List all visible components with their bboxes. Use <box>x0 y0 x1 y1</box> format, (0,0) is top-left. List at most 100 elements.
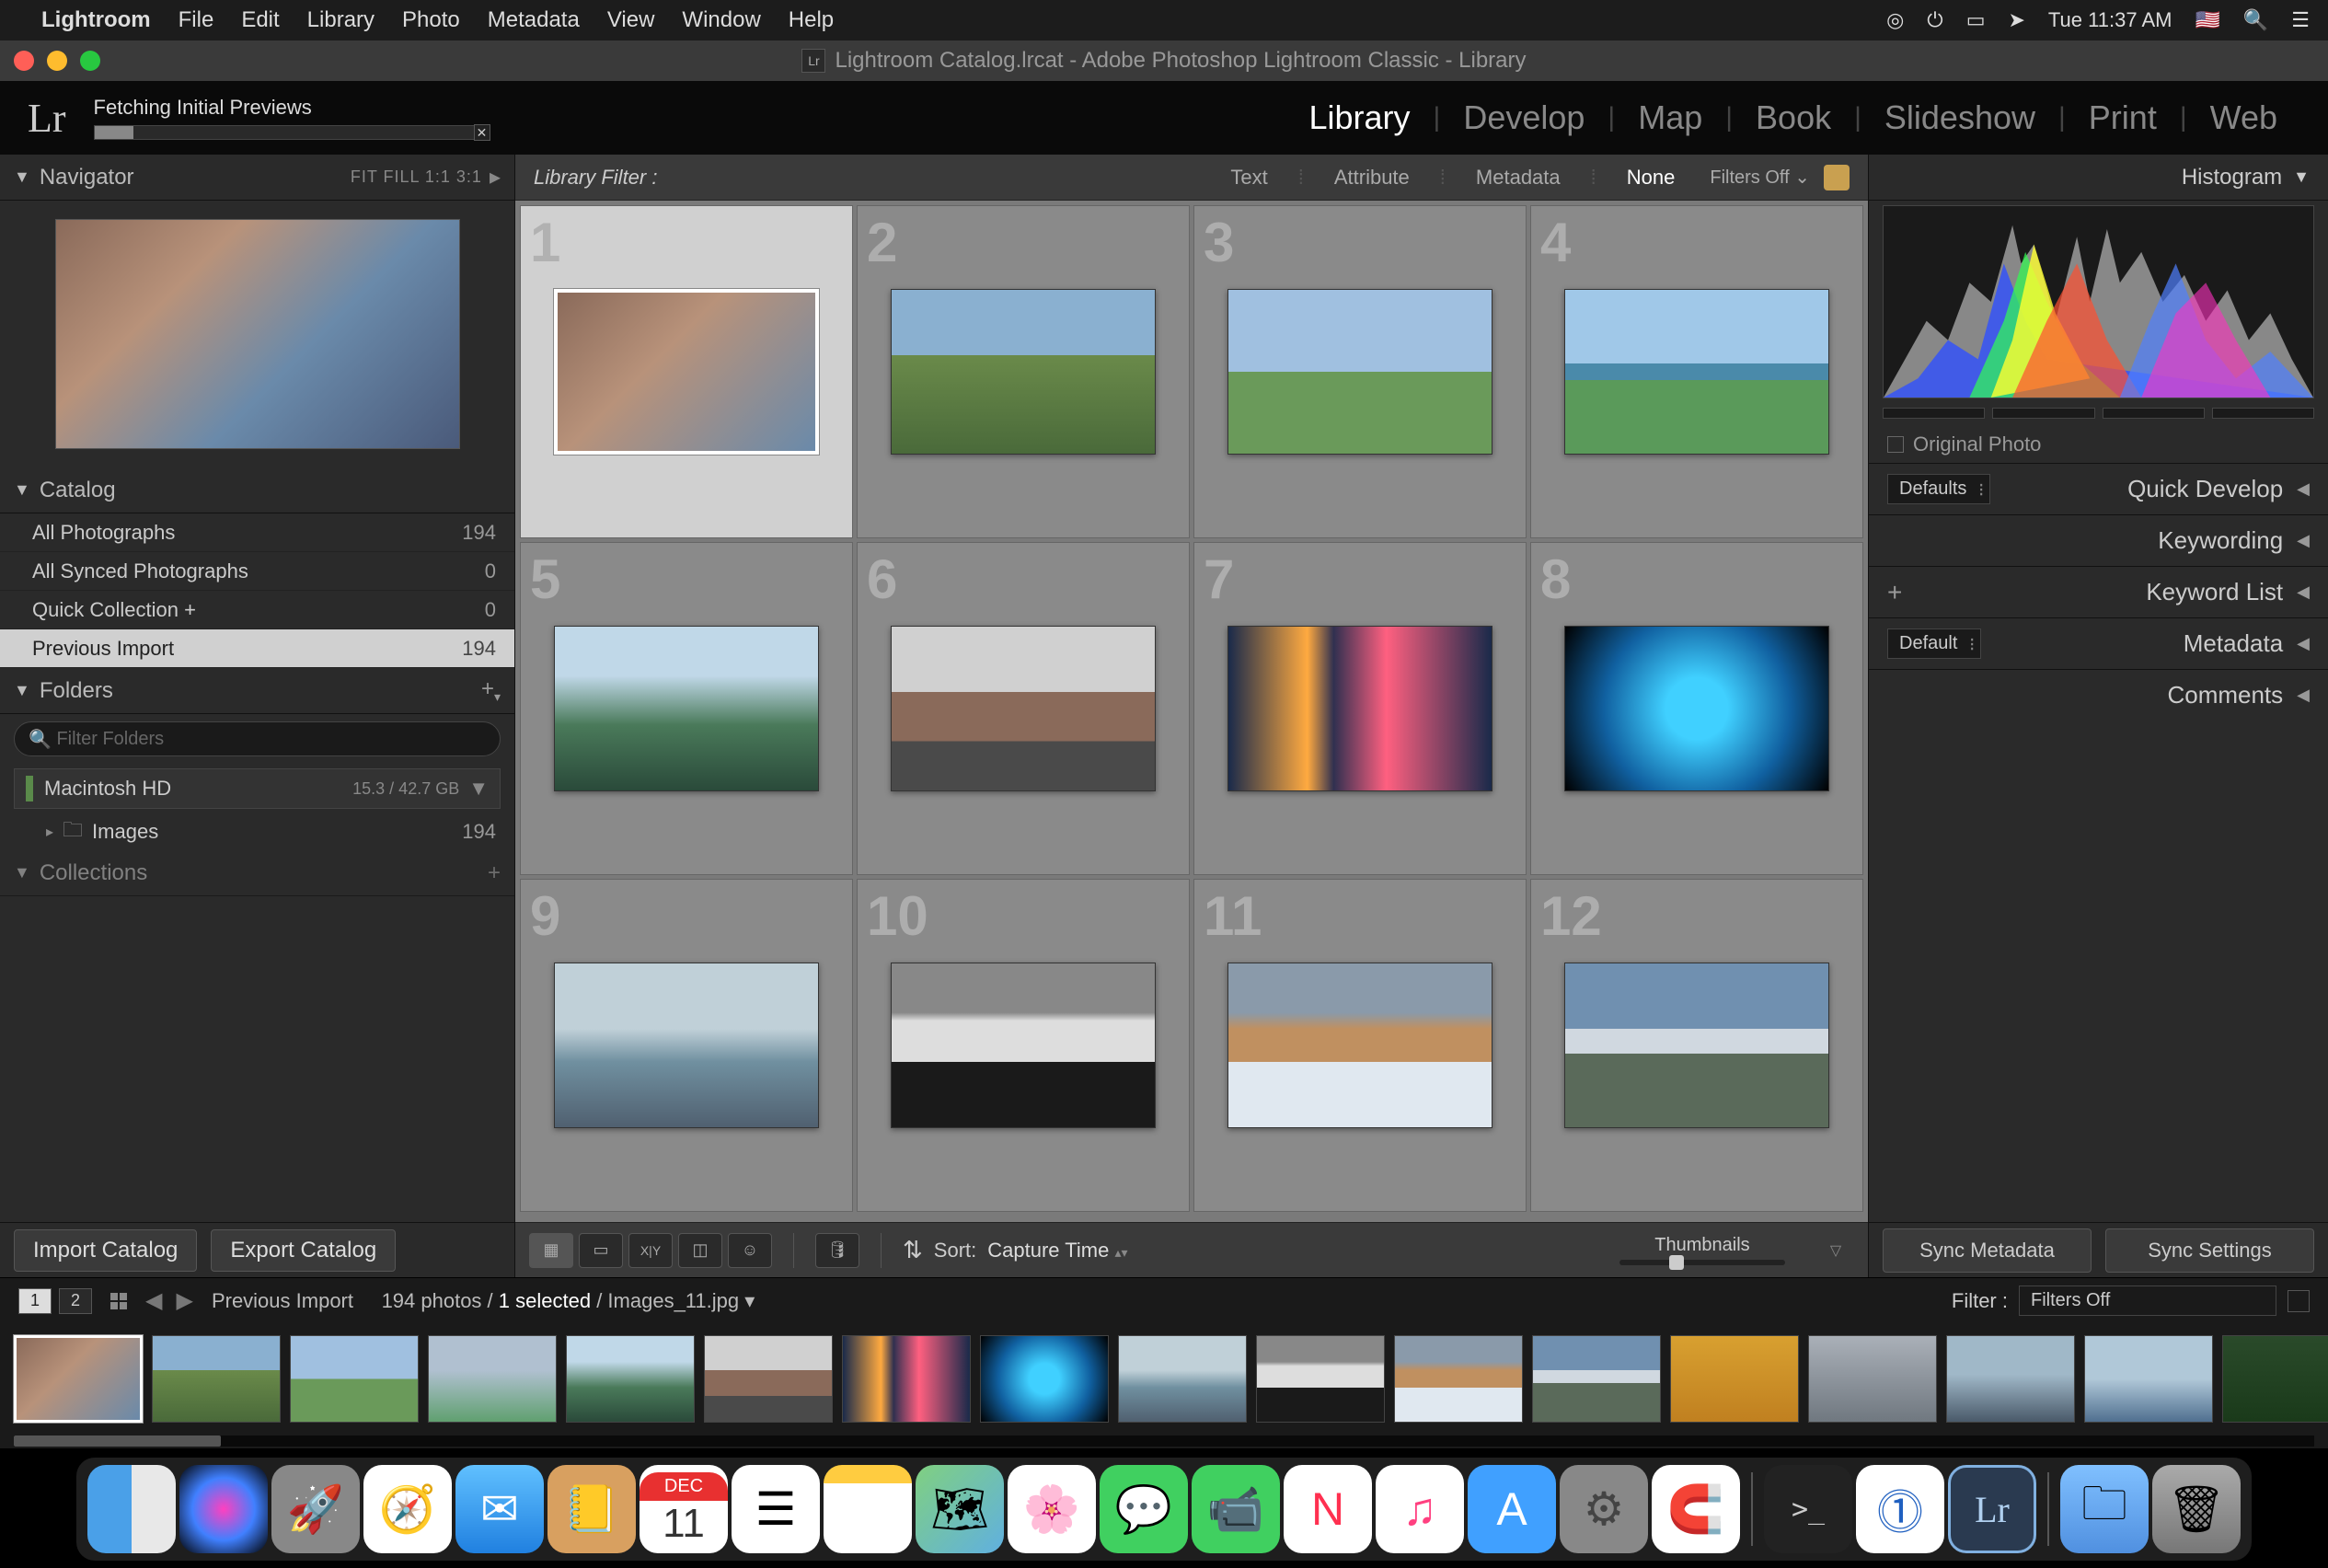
toolbar-collapse-button[interactable]: ▽ <box>1817 1237 1854 1264</box>
flag-icon[interactable]: 🇺🇸 <box>2195 8 2219 32</box>
dock-1password[interactable]: ⓵ <box>1856 1465 1944 1553</box>
import-catalog-button[interactable]: Import Catalog <box>14 1229 197 1272</box>
preset-dropdown[interactable]: Defaults <box>1887 474 1990 504</box>
filter-none[interactable]: None <box>1619 163 1683 192</box>
filmstrip-thumb[interactable] <box>1808 1335 1937 1423</box>
dock-lightroom[interactable]: Lr <box>1948 1465 2036 1553</box>
histogram[interactable] <box>1883 205 2314 398</box>
histogram-channel-toggles[interactable] <box>1883 408 2314 426</box>
filmstrip-thumb[interactable] <box>2084 1335 2213 1423</box>
navigator-preview[interactable] <box>55 219 460 449</box>
filmstrip-thumb[interactable] <box>2222 1335 2328 1423</box>
grid-cell-1[interactable]: 1 <box>520 205 853 538</box>
people-view-button[interactable]: ☺ <box>728 1233 772 1268</box>
grid-cell-11[interactable]: 11 <box>1193 879 1527 1212</box>
dock-reminders[interactable]: ☰ <box>732 1465 820 1553</box>
window-minimize-button[interactable] <box>47 51 67 71</box>
dock-messages[interactable]: 💬 <box>1100 1465 1188 1553</box>
menu-extras-icon[interactable]: ☰ <box>2291 8 2310 32</box>
metadata-header[interactable]: DefaultMetadata◀ <box>1869 617 2328 669</box>
module-slideshow[interactable]: Slideshow <box>1861 98 2058 137</box>
filmstrip-thumb[interactable] <box>1394 1335 1523 1423</box>
filmstrip-thumb[interactable] <box>428 1335 557 1423</box>
folder-images[interactable]: ▸🗀Images194 <box>0 813 514 850</box>
power-icon[interactable]: ⏻ <box>1927 8 1942 32</box>
module-develop[interactable]: Develop <box>1440 98 1608 137</box>
dock-finder[interactable] <box>87 1465 176 1553</box>
module-print[interactable]: Print <box>2066 98 2180 137</box>
filters-off-dropdown[interactable]: Filters Off ⌄ <box>1710 166 1810 189</box>
filmstrip-filter-dropdown[interactable]: Filters Off <box>2019 1286 2276 1316</box>
dock-downloads[interactable]: 🗀 <box>2060 1465 2149 1553</box>
filmstrip-thumb[interactable] <box>1256 1335 1385 1423</box>
dock-photos[interactable]: 🌸 <box>1008 1465 1096 1553</box>
module-web[interactable]: Web <box>2187 98 2300 137</box>
painter-button[interactable]: 🛢 <box>815 1233 859 1268</box>
menu-photo[interactable]: Photo <box>402 7 460 33</box>
dock-launchpad[interactable]: 🚀 <box>271 1465 360 1553</box>
filmstrip-thumb[interactable] <box>1946 1335 2075 1423</box>
filmstrip-thumb[interactable] <box>152 1335 281 1423</box>
filmstrip-thumb[interactable] <box>842 1335 971 1423</box>
grid-cell-12[interactable]: 12 <box>1530 879 1863 1212</box>
sync-metadata-button[interactable]: Sync Metadata <box>1883 1228 2092 1273</box>
menu-metadata[interactable]: Metadata <box>488 7 580 33</box>
menu-edit[interactable]: Edit <box>241 7 279 33</box>
module-library[interactable]: Library <box>1285 98 1433 137</box>
filter-metadata[interactable]: Metadata <box>1469 163 1568 192</box>
folders-filter-input[interactable]: 🔍 Filter Folders <box>14 721 501 756</box>
catalog-header[interactable]: ▼Catalog <box>0 467 514 513</box>
sync-settings-button[interactable]: Sync Settings <box>2105 1228 2314 1273</box>
dock-maps[interactable]: 🗺 <box>916 1465 1004 1553</box>
metadata-preset-dropdown[interactable]: Default <box>1887 628 1981 659</box>
dock-preferences[interactable]: ⚙ <box>1560 1465 1648 1553</box>
grid-cell-7[interactable]: 7 <box>1193 542 1527 875</box>
grid-cell-8[interactable]: 8 <box>1530 542 1863 875</box>
catalog-quick-collection[interactable]: Quick Collection +0 <box>0 591 514 629</box>
grid-view[interactable]: 1 2 3 4 5 6 7 8 9 10 11 12 <box>515 201 1868 1222</box>
dock-calendar[interactable]: DEC11 <box>640 1465 728 1553</box>
grid-cell-9[interactable]: 9 <box>520 879 853 1212</box>
filter-attribute[interactable]: Attribute <box>1327 163 1417 192</box>
compare-view-button[interactable]: X|Y <box>628 1233 673 1268</box>
dock-trash[interactable]: 🗑 <box>2152 1465 2241 1553</box>
comments-header[interactable]: Comments◀ <box>1869 669 2328 721</box>
loupe-view-button[interactable]: ▭ <box>579 1233 623 1268</box>
filmstrip-thumb[interactable] <box>566 1335 695 1423</box>
grid-cell-10[interactable]: 10 <box>857 879 1190 1212</box>
catalog-all-photos[interactable]: All Photographs194 <box>0 513 514 552</box>
collections-header[interactable]: ▼Collections + <box>0 850 514 896</box>
add-folder-button[interactable]: +▾ <box>481 676 501 705</box>
module-map[interactable]: Map <box>1615 98 1725 137</box>
clock[interactable]: Tue 11:37 AM <box>2048 8 2172 32</box>
filter-lock-icon[interactable] <box>1824 165 1850 190</box>
dock-mail[interactable]: ✉ <box>455 1465 544 1553</box>
filmstrip-thumb[interactable] <box>1532 1335 1661 1423</box>
menu-library[interactable]: Library <box>307 7 375 33</box>
add-keyword-button[interactable]: + <box>1887 578 1902 607</box>
dock-itunes[interactable]: ♫ <box>1376 1465 1464 1553</box>
export-catalog-button[interactable]: Export Catalog <box>211 1229 396 1272</box>
grid-cell-4[interactable]: 4 <box>1530 205 1863 538</box>
volume-row[interactable]: Macintosh HD15.3 / 42.7 GB▼ <box>14 768 501 809</box>
filmstrip-thumb[interactable] <box>980 1335 1109 1423</box>
jump-grid-icon[interactable] <box>110 1293 127 1309</box>
catalog-previous-import[interactable]: Previous Import194 <box>0 629 514 668</box>
filter-text[interactable]: Text <box>1223 163 1274 192</box>
folders-header[interactable]: ▼Folders +▾ <box>0 668 514 714</box>
spotlight-icon[interactable]: 🔍 <box>2243 8 2268 32</box>
nav-back-button[interactable]: ◀ <box>145 1287 162 1314</box>
filmstrip-thumb[interactable] <box>704 1335 833 1423</box>
dock-contacts[interactable]: 📒 <box>547 1465 636 1553</box>
nav-forward-button[interactable]: ▶ <box>176 1287 192 1314</box>
menu-window[interactable]: Window <box>682 7 760 33</box>
cc-icon[interactable]: ◎ <box>1886 8 1904 32</box>
menu-view[interactable]: View <box>607 7 655 33</box>
dock-magnet[interactable]: 🧲 <box>1652 1465 1740 1553</box>
filmstrip-scrollbar[interactable] <box>0 1434 2328 1448</box>
dock-siri[interactable] <box>179 1465 268 1553</box>
module-book[interactable]: Book <box>1733 98 1854 137</box>
sort-dropdown[interactable]: Capture Time ▴▾ <box>987 1239 1127 1262</box>
keyword-list-header[interactable]: +Keyword List◀ <box>1869 566 2328 617</box>
second-window-button[interactable]: 2 <box>59 1288 92 1314</box>
